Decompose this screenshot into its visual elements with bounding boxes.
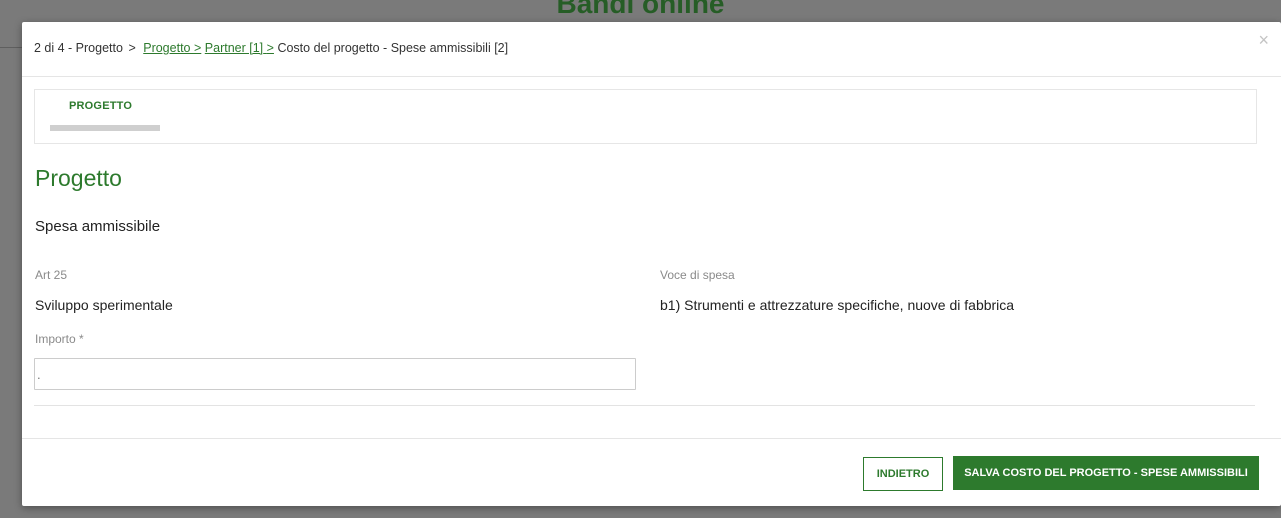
breadcrumb-separator: >	[128, 41, 136, 55]
voce-di-spesa-label: Voce di spesa	[660, 268, 735, 282]
modal-header: 2 di 4 - Progetto > Progetto > Partner […	[22, 22, 1281, 77]
breadcrumb-current: Costo del progetto - Spese ammissibili […	[277, 41, 509, 55]
tab-progress-bar	[50, 125, 160, 131]
breadcrumb-link-progetto[interactable]: Progetto >	[143, 41, 201, 55]
backdrop-page-title: Bandi online	[556, 0, 725, 19]
modal-footer: INDIETRO SALVA COSTO DEL PROGETTO - SPES…	[22, 438, 1281, 507]
breadcrumb-link-partner[interactable]: Partner [1] >	[205, 41, 274, 55]
form-divider	[34, 405, 1255, 406]
save-button[interactable]: SALVA COSTO DEL PROGETTO - SPESE AMMISSI…	[953, 456, 1259, 490]
voce-di-spesa-value: b1) Strumenti e attrezzature specifiche,…	[660, 297, 1015, 313]
breadcrumb-step: 2 di 4 - Progetto	[34, 41, 123, 55]
art-value: Sviluppo sperimentale	[35, 297, 173, 313]
tab-progetto[interactable]: PROGETTO	[69, 100, 132, 112]
modal-dialog: 2 di 4 - Progetto > Progetto > Partner […	[22, 22, 1281, 506]
section-title: Progetto	[35, 165, 122, 191]
art-label: Art 25	[35, 268, 68, 282]
importo-label: Importo *	[35, 332, 84, 346]
breadcrumb: 2 di 4 - Progetto > Progetto > Partner […	[34, 41, 508, 55]
importo-input[interactable]	[34, 358, 636, 390]
subsection-title: Spesa ammissibile	[35, 218, 161, 235]
tab-strip: PROGETTO	[34, 89, 1257, 144]
backdrop-divider-left	[0, 47, 22, 48]
close-icon[interactable]: ×	[1258, 30, 1269, 50]
back-button[interactable]: INDIETRO	[863, 457, 943, 491]
